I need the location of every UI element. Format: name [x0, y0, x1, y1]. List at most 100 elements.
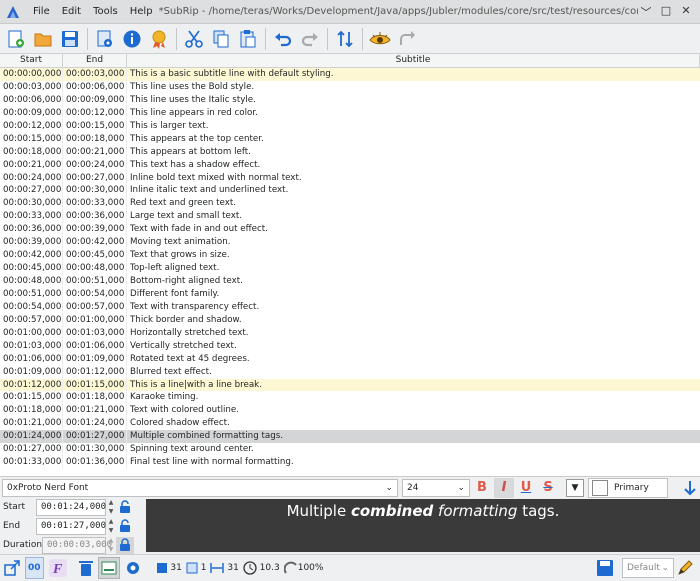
- table-row[interactable]: 00:01:24,000 00:01:27,000 Multiple combine…: [0, 430, 700, 444]
- header-subtitle[interactable]: Subtitle: [127, 54, 700, 67]
- style-select[interactable]: Primary: [588, 477, 668, 498]
- lock-icon[interactable]: [116, 536, 134, 554]
- settings-gear-icon[interactable]: [124, 557, 142, 579]
- header-end[interactable]: End: [63, 54, 127, 67]
- timecode-mode-button[interactable]: 00: [25, 557, 44, 579]
- menu-file[interactable]: File: [27, 6, 56, 17]
- maximize-button[interactable]: □: [658, 4, 674, 20]
- table-row[interactable]: 00:00:45,000 00:00:48,000 Top-left aligned…: [0, 262, 700, 275]
- award-icon[interactable]: [147, 27, 171, 51]
- subtitle-table[interactable]: Start End Subtitle 00:00:00,000 00:00:03,…: [0, 54, 700, 476]
- table-row[interactable]: 00:00:48,000 00:00:51,000 Bottom-right ali…: [0, 275, 700, 288]
- table-row[interactable]: 00:00:27,000 00:00:30,000 Inline italic te…: [0, 184, 700, 198]
- table-row[interactable]: 00:00:33,000 00:00:36,000 Large text and s…: [0, 210, 700, 224]
- paste-button[interactable]: [236, 27, 260, 51]
- unlock-icon[interactable]: [116, 518, 134, 535]
- duration-field[interactable]: 00:00:03,000: [42, 536, 112, 554]
- cut-button[interactable]: [182, 27, 206, 51]
- width-indicator: 31: [210, 557, 239, 579]
- end-spinner[interactable]: ▲ ▼: [106, 518, 116, 535]
- cell-start: 00:01:03,000: [0, 339, 63, 353]
- header-start[interactable]: Start: [0, 54, 63, 67]
- table-row[interactable]: 00:00:12,000 00:00:15,000 This is larger t…: [0, 119, 700, 133]
- pencil-icon[interactable]: [676, 557, 694, 579]
- default-style-value: Default: [627, 563, 660, 573]
- table-row[interactable]: 00:01:03,000 00:01:06,000 Vertically stret…: [0, 339, 700, 353]
- cell-subtitle: Colored shadow effect.: [130, 418, 230, 429]
- detach-icon[interactable]: [3, 557, 21, 579]
- table-row[interactable]: 00:00:00,000 00:00:03,000 This is a basic …: [0, 68, 700, 81]
- copy-button[interactable]: [209, 27, 233, 51]
- italic-button[interactable]: I: [494, 477, 514, 498]
- close-button[interactable]: ✕: [678, 4, 694, 20]
- color-dropdown-button[interactable]: ▼: [566, 478, 584, 497]
- sort-icon[interactable]: [333, 27, 357, 51]
- table-row[interactable]: 00:01:21,000 00:01:24,000 Colored shadow e…: [0, 417, 700, 431]
- table-row[interactable]: 00:00:18,000 00:00:21,000 This appears at …: [0, 145, 700, 159]
- redo-button[interactable]: [298, 27, 322, 51]
- arrow-down-icon[interactable]: [680, 478, 700, 498]
- bold-button[interactable]: B: [472, 478, 492, 498]
- table-row[interactable]: 00:01:09,000 00:01:12,000 Blurred text eff…: [0, 365, 700, 379]
- subtitle-mark-icon[interactable]: [97, 557, 120, 579]
- minimize-button[interactable]: ﹀: [638, 4, 654, 20]
- table-row[interactable]: 00:00:39,000 00:00:42,000 Moving text anim…: [0, 236, 700, 250]
- menu-help[interactable]: Help: [124, 6, 159, 17]
- cell-end: 00:01:06,000: [63, 339, 127, 353]
- table-row[interactable]: 00:01:15,000 00:01:18,000 Karaoke timing.: [0, 391, 700, 405]
- unlock-icon[interactable]: [116, 499, 134, 516]
- font-size-select[interactable]: 24 ⌄: [402, 478, 470, 497]
- table-row[interactable]: 00:00:09,000 00:00:12,000 This line appear…: [0, 106, 700, 120]
- preview-eye-icon[interactable]: [368, 27, 392, 51]
- table-row[interactable]: 00:00:03,000 00:00:06,000 This line uses t…: [0, 80, 700, 94]
- save-icon[interactable]: [596, 557, 614, 579]
- forward-icon[interactable]: [395, 27, 419, 51]
- underline-button[interactable]: U: [516, 478, 536, 498]
- cell-end: 00:01:09,000: [63, 352, 127, 366]
- duration-spinner[interactable]: ▲ ▼: [106, 537, 116, 554]
- info-icon[interactable]: [120, 27, 144, 51]
- undo-button[interactable]: [271, 27, 295, 51]
- cell-start: 00:00:45,000: [0, 262, 63, 275]
- start-time-field[interactable]: 00:01:24,000: [36, 498, 106, 516]
- end-time-field[interactable]: 00:01:27,000: [36, 517, 106, 535]
- open-folder-button[interactable]: [31, 27, 55, 51]
- table-row[interactable]: 00:01:18,000 00:01:21,000 Text with colore…: [0, 404, 700, 418]
- new-file-button[interactable]: [4, 27, 28, 51]
- table-row[interactable]: 00:00:30,000 00:00:33,000 Red text and gre…: [0, 197, 700, 211]
- menu-tools[interactable]: Tools: [87, 6, 124, 17]
- font-style-icon[interactable]: F: [48, 557, 68, 579]
- table-row[interactable]: 00:00:06,000 00:00:09,000 This line uses t…: [0, 93, 700, 107]
- save-button[interactable]: [58, 27, 82, 51]
- zoom-value: 100%: [297, 563, 324, 573]
- table-row[interactable]: 00:00:51,000 00:00:54,000 Different font f…: [0, 287, 700, 301]
- default-style-select[interactable]: Default ⌄: [622, 558, 674, 578]
- table-row[interactable]: 00:01:06,000 00:01:09,000 Rotated text at …: [0, 352, 700, 366]
- font-size-value: 24: [407, 482, 419, 493]
- trash-icon[interactable]: [78, 557, 94, 579]
- cell-end: 00:00:21,000: [63, 145, 127, 159]
- cell-end: 00:00:27,000: [63, 171, 127, 185]
- table-row[interactable]: 00:00:57,000 00:01:00,000 Thick border and…: [0, 313, 700, 327]
- window-title: *SubRip - /home/teras/Works/Development/…: [158, 6, 638, 17]
- font-family-select[interactable]: 0xProto Nerd Font ⌄: [2, 478, 398, 497]
- table-row[interactable]: 00:00:54,000 00:00:57,000 Text with transp…: [0, 300, 700, 314]
- table-row[interactable]: 00:00:36,000 00:00:39,000 Text with fade i…: [0, 223, 700, 237]
- start-spinner[interactable]: ▲ ▼: [106, 499, 116, 516]
- title-bar: File Edit Tools Help *SubRip - /home/ter…: [0, 0, 700, 24]
- cell-subtitle: Large text and small text.: [130, 211, 243, 222]
- cell-start: 00:00:54,000: [0, 300, 63, 314]
- table-row[interactable]: 00:00:42,000 00:00:45,000 Text that grows …: [0, 249, 700, 263]
- cell-end: 00:00:42,000: [63, 236, 127, 250]
- table-row[interactable]: 00:01:00,000 00:01:03,000 Horizontally str…: [0, 326, 700, 340]
- table-row[interactable]: 00:00:21,000 00:00:24,000 This text has a …: [0, 158, 700, 172]
- cell-end: 00:00:48,000: [63, 262, 127, 275]
- table-row[interactable]: 00:00:24,000 00:00:27,000 Inline bold text…: [0, 171, 700, 185]
- strikethrough-button[interactable]: S: [538, 478, 558, 498]
- menu-edit[interactable]: Edit: [56, 6, 87, 17]
- table-row[interactable]: 00:01:12,000 00:01:15,000 This is a line|w…: [0, 378, 700, 392]
- table-row[interactable]: 00:01:33,000 00:01:36,000 Final test line …: [0, 456, 700, 470]
- table-row[interactable]: 00:01:27,000 00:01:30,000 Spinning text ar…: [0, 443, 700, 457]
- table-row[interactable]: 00:00:15,000 00:00:18,000 This appears at …: [0, 132, 700, 146]
- properties-button[interactable]: [93, 27, 117, 51]
